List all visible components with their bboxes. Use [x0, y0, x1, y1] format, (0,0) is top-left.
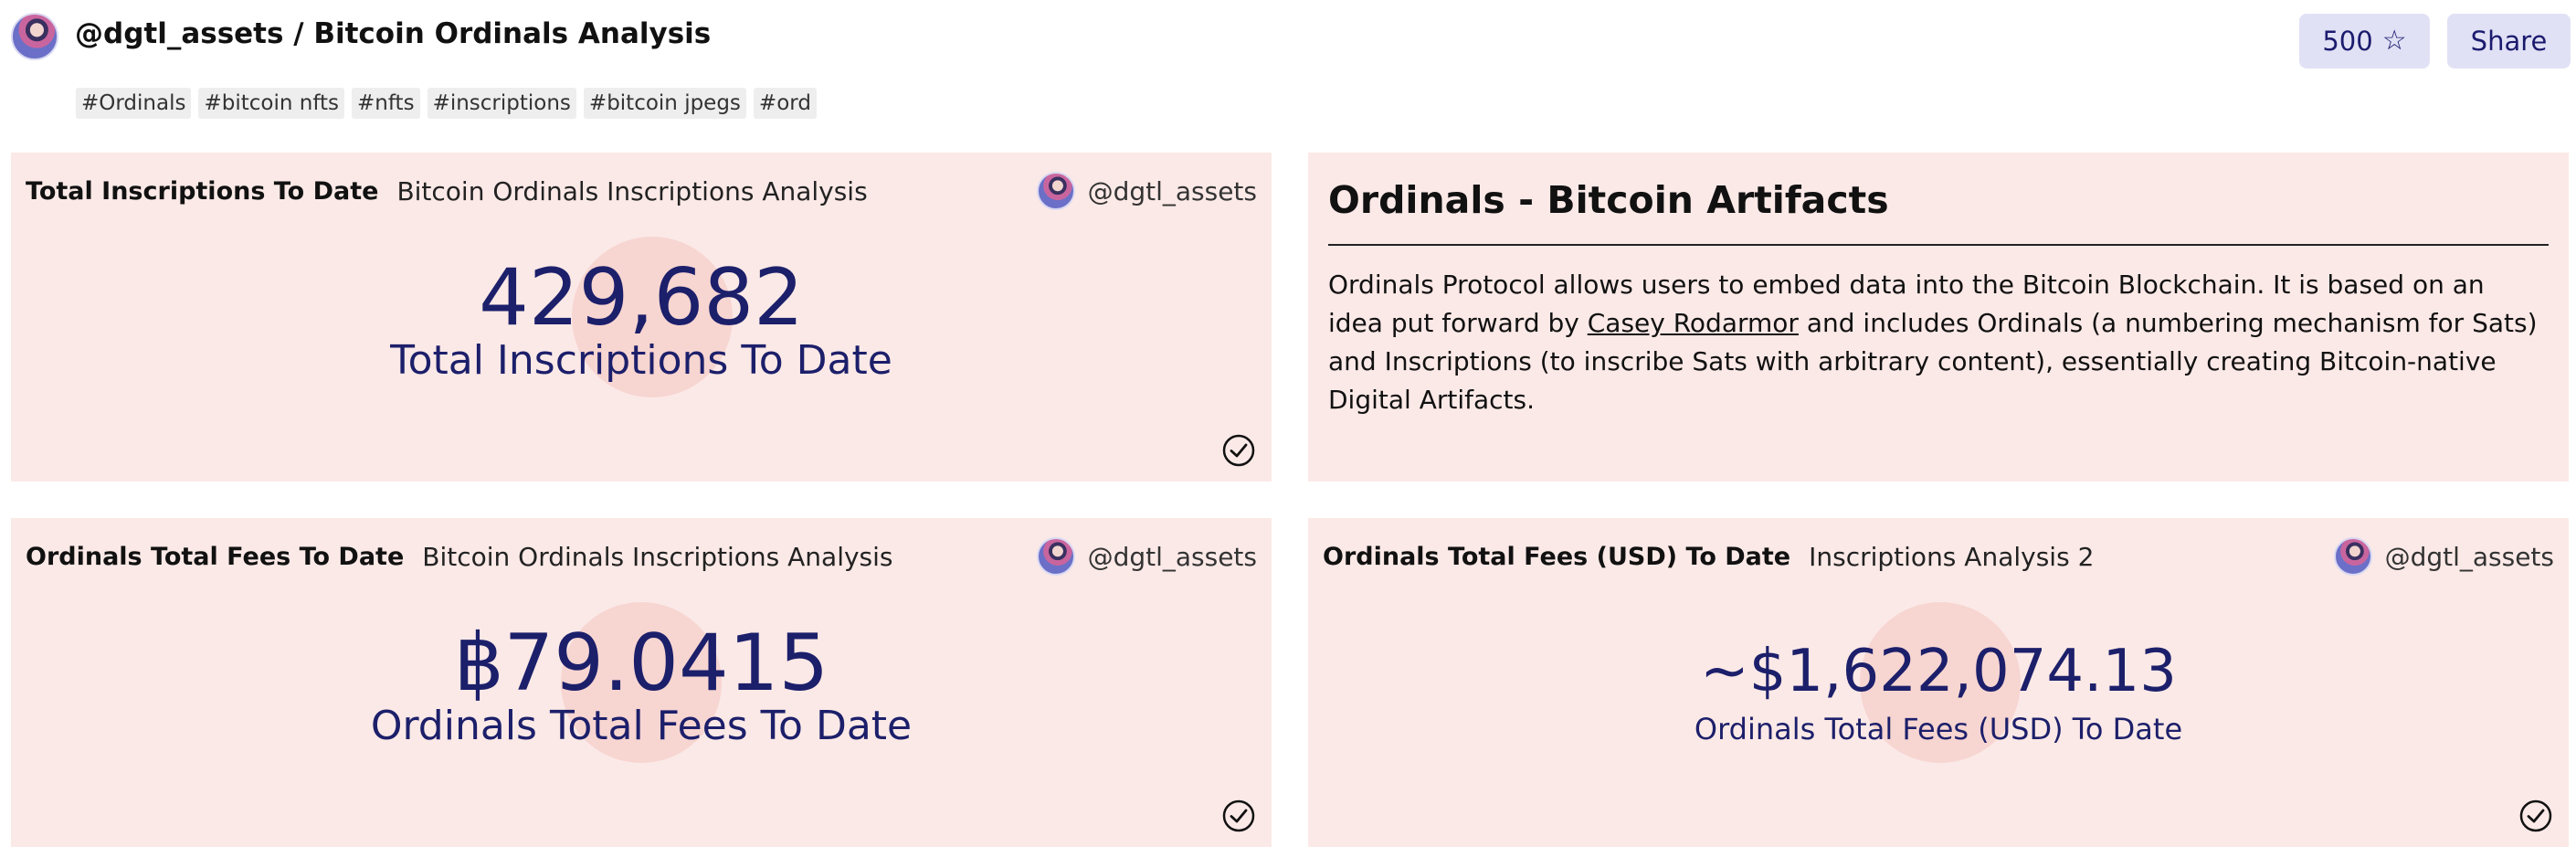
author-handle: @dgtl_assets: [2384, 541, 2554, 572]
widget-total-fees-btc: Ordinals Total Fees To Date Bitcoin Ordi…: [11, 518, 1272, 847]
counter-label: Ordinals Total Fees (USD) To Date: [1694, 712, 2183, 746]
tag-inscriptions[interactable]: #inscriptions: [427, 88, 576, 119]
widget-header: Ordinals Total Fees (USD) To Date Inscri…: [1323, 537, 2554, 576]
casey-rodarmor-link[interactable]: Casey Rodarmor: [1588, 308, 1799, 338]
visualization-name[interactable]: Total Inscriptions To Date: [26, 177, 378, 206]
tag-ord[interactable]: #ord: [753, 88, 817, 119]
visualization-name[interactable]: Ordinals Total Fees To Date: [26, 543, 404, 571]
counter: 429,682 Total Inscriptions To Date: [11, 259, 1272, 383]
widget-total-fees-usd: Ordinals Total Fees (USD) To Date Inscri…: [1308, 518, 2569, 847]
tag-list: #Ordinals #bitcoin nfts #nfts #inscripti…: [76, 88, 817, 119]
text-widget-title: Ordinals - Bitcoin Artifacts: [1328, 178, 1889, 222]
tag-nfts[interactable]: #nfts: [352, 88, 420, 119]
author-handle: @dgtl_assets: [1087, 541, 1257, 572]
counter-label: Total Inscriptions To Date: [390, 337, 892, 384]
counter: ~$1,622,074.13 Ordinals Total Fees (USD)…: [1308, 642, 2569, 746]
visualization-name[interactable]: Ordinals Total Fees (USD) To Date: [1323, 543, 1790, 571]
star-count: 500: [2322, 26, 2373, 57]
author-handle: @dgtl_assets: [1087, 175, 1257, 206]
owner-avatar[interactable]: [11, 13, 58, 60]
query-name[interactable]: Bitcoin Ordinals Inscriptions Analysis: [422, 542, 892, 572]
query-name[interactable]: Inscriptions Analysis 2: [1809, 542, 2094, 572]
widget-header: Total Inscriptions To Date Bitcoin Ordin…: [26, 172, 1257, 210]
star-button[interactable]: 500 ☆: [2299, 14, 2430, 69]
author-avatar: [2333, 537, 2372, 576]
widget-author[interactable]: @dgtl_assets: [1036, 172, 1257, 210]
query-name[interactable]: Bitcoin Ordinals Inscriptions Analysis: [396, 176, 867, 206]
star-icon: ☆: [2381, 25, 2407, 57]
author-avatar: [1036, 172, 1075, 210]
text-widget-body: Ordinals Protocol allows users to embed …: [1328, 266, 2541, 419]
dashboard-header: @dgtl_assets / Bitcoin Ordinals Analysis…: [0, 0, 2576, 146]
tag-bitcoin-jpegs[interactable]: #bitcoin jpegs: [583, 88, 746, 119]
author-avatar: [1036, 537, 1075, 576]
share-button[interactable]: Share: [2447, 14, 2571, 69]
counter-value: ฿79.0415: [453, 618, 829, 709]
counter-label: Ordinals Total Fees To Date: [370, 703, 913, 749]
tag-ordinals[interactable]: #Ordinals: [76, 88, 192, 119]
tag-bitcoin-nfts[interactable]: #bitcoin nfts: [198, 88, 345, 119]
divider: [1328, 244, 2549, 246]
counter-value: ~$1,622,074.13: [1700, 638, 2177, 705]
widget-total-inscriptions: Total Inscriptions To Date Bitcoin Ordin…: [11, 153, 1272, 482]
check-circle-icon: [1222, 799, 1255, 832]
counter-value: 429,682: [479, 252, 804, 344]
widget-about-text: Ordinals - Bitcoin Artifacts Ordinals Pr…: [1308, 153, 2569, 482]
widget-author[interactable]: @dgtl_assets: [2333, 537, 2554, 576]
counter: ฿79.0415 Ordinals Total Fees To Date: [11, 624, 1272, 748]
dashboard-title[interactable]: @dgtl_assets / Bitcoin Ordinals Analysis: [75, 17, 711, 50]
check-circle-icon: [1222, 434, 1255, 467]
widget-author[interactable]: @dgtl_assets: [1036, 537, 1257, 576]
widget-header: Ordinals Total Fees To Date Bitcoin Ordi…: [26, 537, 1257, 576]
check-circle-icon: [2519, 799, 2552, 832]
